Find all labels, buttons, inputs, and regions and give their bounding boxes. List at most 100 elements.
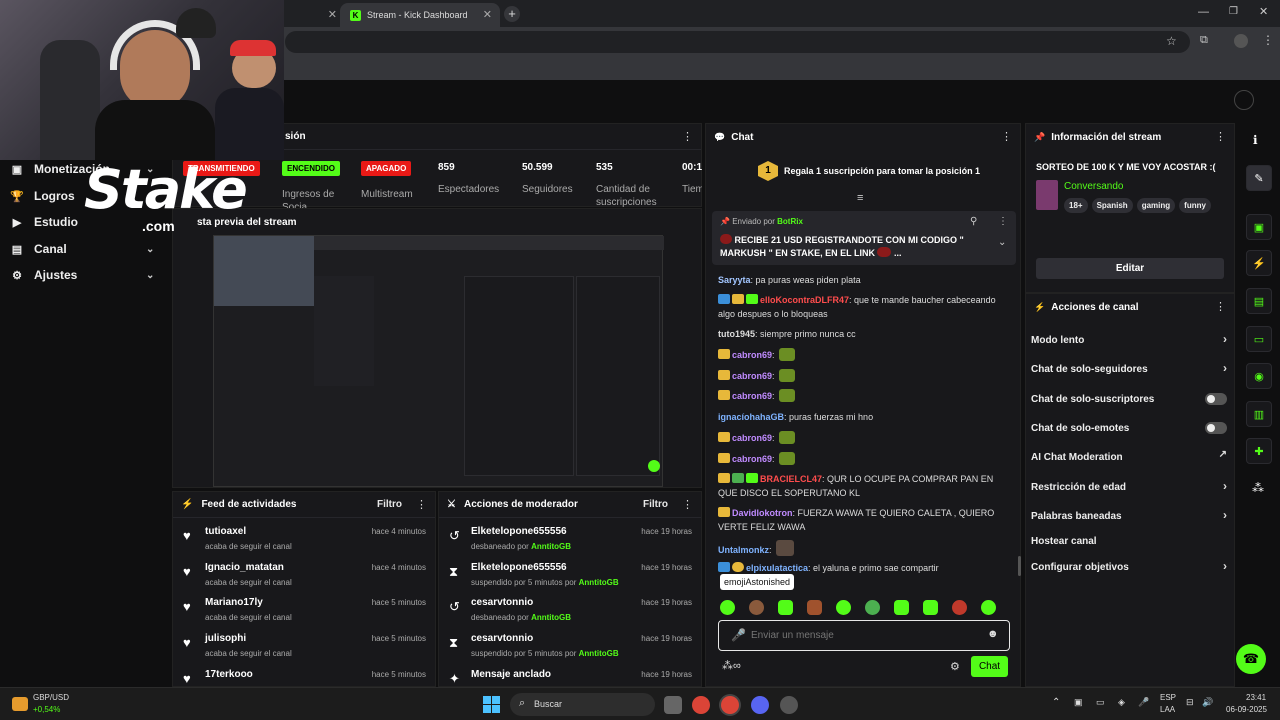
chat-username[interactable]: cabron69 [732, 454, 772, 464]
dots-tool-icon[interactable]: ⁂ [1252, 481, 1264, 495]
browser-menu-icon[interactable]: ⋮ [1262, 33, 1274, 47]
emote-icon[interactable] [981, 600, 996, 615]
activity-user[interactable]: Ignacio_matatan [205, 562, 284, 573]
activity-user[interactable]: tutioaxel [205, 526, 246, 537]
action-banned-words[interactable]: Palabras baneadas › [1031, 505, 1231, 527]
emote-icon[interactable] [865, 600, 880, 615]
layout-tool-icon[interactable]: ▥ [1246, 401, 1272, 427]
taskbar-search[interactable]: ⌕ Buscar [510, 693, 655, 716]
kebab-menu-icon[interactable]: ⋮ [998, 216, 1008, 227]
document-tool-icon[interactable]: ▤ [1246, 288, 1272, 314]
minimize-icon[interactable]: — [1198, 6, 1209, 18]
expand-goals-icon[interactable]: ≡ [857, 192, 863, 204]
chat-username[interactable]: elpixulatactica [746, 563, 808, 573]
chat-username[interactable]: Saryyta [718, 275, 751, 285]
chrome-icon[interactable] [692, 696, 710, 714]
emote-icon[interactable] [778, 600, 793, 615]
tray-icon[interactable]: ◈ [1118, 697, 1125, 708]
volume-icon[interactable]: 🔊 [1202, 697, 1213, 708]
star-icon[interactable]: ☆ [1166, 34, 1177, 48]
info-icon[interactable]: ℹ [1253, 133, 1258, 147]
chat-username[interactable]: Untalmonkz [718, 545, 769, 555]
mod-user[interactable]: AnntitoGB [579, 649, 619, 658]
emote-icon[interactable] [952, 600, 967, 615]
category-link[interactable]: Conversando [1064, 181, 1123, 192]
chat-username[interactable]: cabron69 [732, 371, 772, 381]
browser-tab-inactive[interactable]: ✕ [285, 3, 345, 27]
weather-widget-icon[interactable] [12, 697, 28, 711]
tray-icon[interactable]: ▣ [1074, 697, 1083, 708]
help-support-icon[interactable]: ☎ [1236, 644, 1266, 674]
scan-tool-icon[interactable]: ▣ [1246, 214, 1272, 240]
tag[interactable]: gaming [1136, 198, 1176, 213]
ticker-name[interactable]: GBP/USD [33, 693, 69, 702]
action-configure-goals[interactable]: Configurar objetivos › [1031, 556, 1231, 578]
chat-tool-icon[interactable]: ▭ [1246, 326, 1272, 352]
kebab-menu-icon[interactable]: ⋮ [1001, 130, 1012, 143]
emote-icon[interactable] [894, 600, 909, 615]
app-icon[interactable] [780, 696, 798, 714]
goal-text[interactable]: Regala 1 suscripción para tomar la posic… [784, 166, 980, 176]
emoji-picker-icon[interactable]: ☻ [987, 628, 999, 640]
emote-icon[interactable] [807, 600, 822, 615]
new-tab-button[interactable]: + [504, 6, 520, 22]
file-explorer-icon[interactable] [664, 696, 682, 714]
wrench-tool-icon[interactable]: ✚ [1246, 438, 1272, 464]
mod-target-user[interactable]: Elketelopone655556 [471, 562, 567, 573]
sidebar-item-ajustes[interactable]: ⚙ Ajustes ⌄ [0, 262, 170, 288]
chat-message-input[interactable] [751, 626, 981, 645]
mod-target-user[interactable]: cesarvtonnio [471, 597, 533, 608]
mod-target-user[interactable]: cesarvtonnio [471, 633, 533, 644]
action-followers-only[interactable]: Chat de solo-seguidores › [1031, 358, 1231, 380]
emotes-only-toggle[interactable] [1205, 422, 1227, 434]
emote-astonished-icon[interactable] [720, 600, 735, 615]
close-tab-icon[interactable]: ✕ [483, 8, 492, 21]
chat-username[interactable]: elloKocontraDLFR47 [760, 295, 849, 305]
tag[interactable]: 18+ [1064, 198, 1088, 213]
action-age-restriction[interactable]: Restricción de edad › [1031, 476, 1231, 498]
browser-tab-active[interactable]: K Stream - Kick Dashboard ✕ [340, 3, 500, 27]
mod-user[interactable]: AnntitoGB [531, 542, 571, 551]
kebab-menu-icon[interactable]: ⋮ [682, 130, 693, 143]
stream-preview-video[interactable] [213, 235, 664, 487]
microphone-tray-icon[interactable]: 🎤 [1138, 697, 1149, 708]
profile-avatar[interactable] [1234, 34, 1248, 48]
activity-user[interactable]: Mariano17ly [205, 597, 263, 608]
pinned-user[interactable]: BotRix [777, 217, 803, 226]
tag[interactable]: funny [1179, 198, 1211, 213]
category-thumbnail[interactable] [1036, 180, 1058, 210]
chat-username[interactable]: ignacíohahaGB [718, 412, 784, 422]
emote-icon[interactable] [836, 600, 851, 615]
window-close-icon[interactable]: ✕ [1259, 5, 1268, 18]
kebab-menu-icon[interactable]: ⋮ [416, 498, 427, 511]
tray-icon[interactable]: ▭ [1096, 697, 1105, 708]
close-tab-icon[interactable]: ✕ [328, 8, 337, 21]
kebab-menu-icon[interactable]: ⋮ [682, 498, 693, 511]
network-icon[interactable]: ⊟ [1186, 697, 1194, 708]
activity-user[interactable]: julisophi [205, 633, 246, 644]
microphone-icon[interactable]: 🎤 [731, 628, 746, 642]
unpin-icon[interactable]: ⚲ [970, 216, 977, 227]
kick-points-icon[interactable]: ⁂∞ [722, 659, 741, 672]
subscribers-only-toggle[interactable] [1205, 393, 1227, 405]
extensions-icon[interactable]: ⧉ [1200, 34, 1208, 47]
chat-username[interactable]: cabron69 [732, 350, 772, 360]
chat-scrollbar[interactable] [1018, 556, 1021, 576]
emote-icon[interactable] [749, 600, 764, 615]
action-host-channel[interactable]: Hostear canal [1031, 530, 1231, 552]
edit-stream-button[interactable]: Editar [1036, 258, 1224, 279]
tray-chevron-up-icon[interactable]: ⌃ [1052, 697, 1060, 708]
chrome-active-icon[interactable] [721, 696, 739, 714]
mod-user[interactable]: AnntitoGB [579, 578, 619, 587]
windows-start-icon[interactable] [483, 696, 500, 713]
chat-username[interactable]: cabron69 [732, 433, 772, 443]
language-indicator[interactable]: ESP [1160, 693, 1176, 702]
maximize-icon[interactable]: ❐ [1229, 6, 1238, 17]
clock-time[interactable]: 23:41 [1246, 693, 1266, 702]
mod-target-user[interactable]: Elketelopone655556 [471, 526, 567, 537]
broadcast-tool-icon[interactable]: ◉ [1246, 363, 1272, 389]
edit-tool-icon[interactable]: ✎ [1246, 165, 1272, 191]
activity-filter-button[interactable]: Filtro [377, 499, 402, 510]
tag[interactable]: Spanish [1091, 198, 1133, 213]
action-ai-moderation[interactable]: AI Chat Moderation ↗ [1031, 446, 1231, 468]
